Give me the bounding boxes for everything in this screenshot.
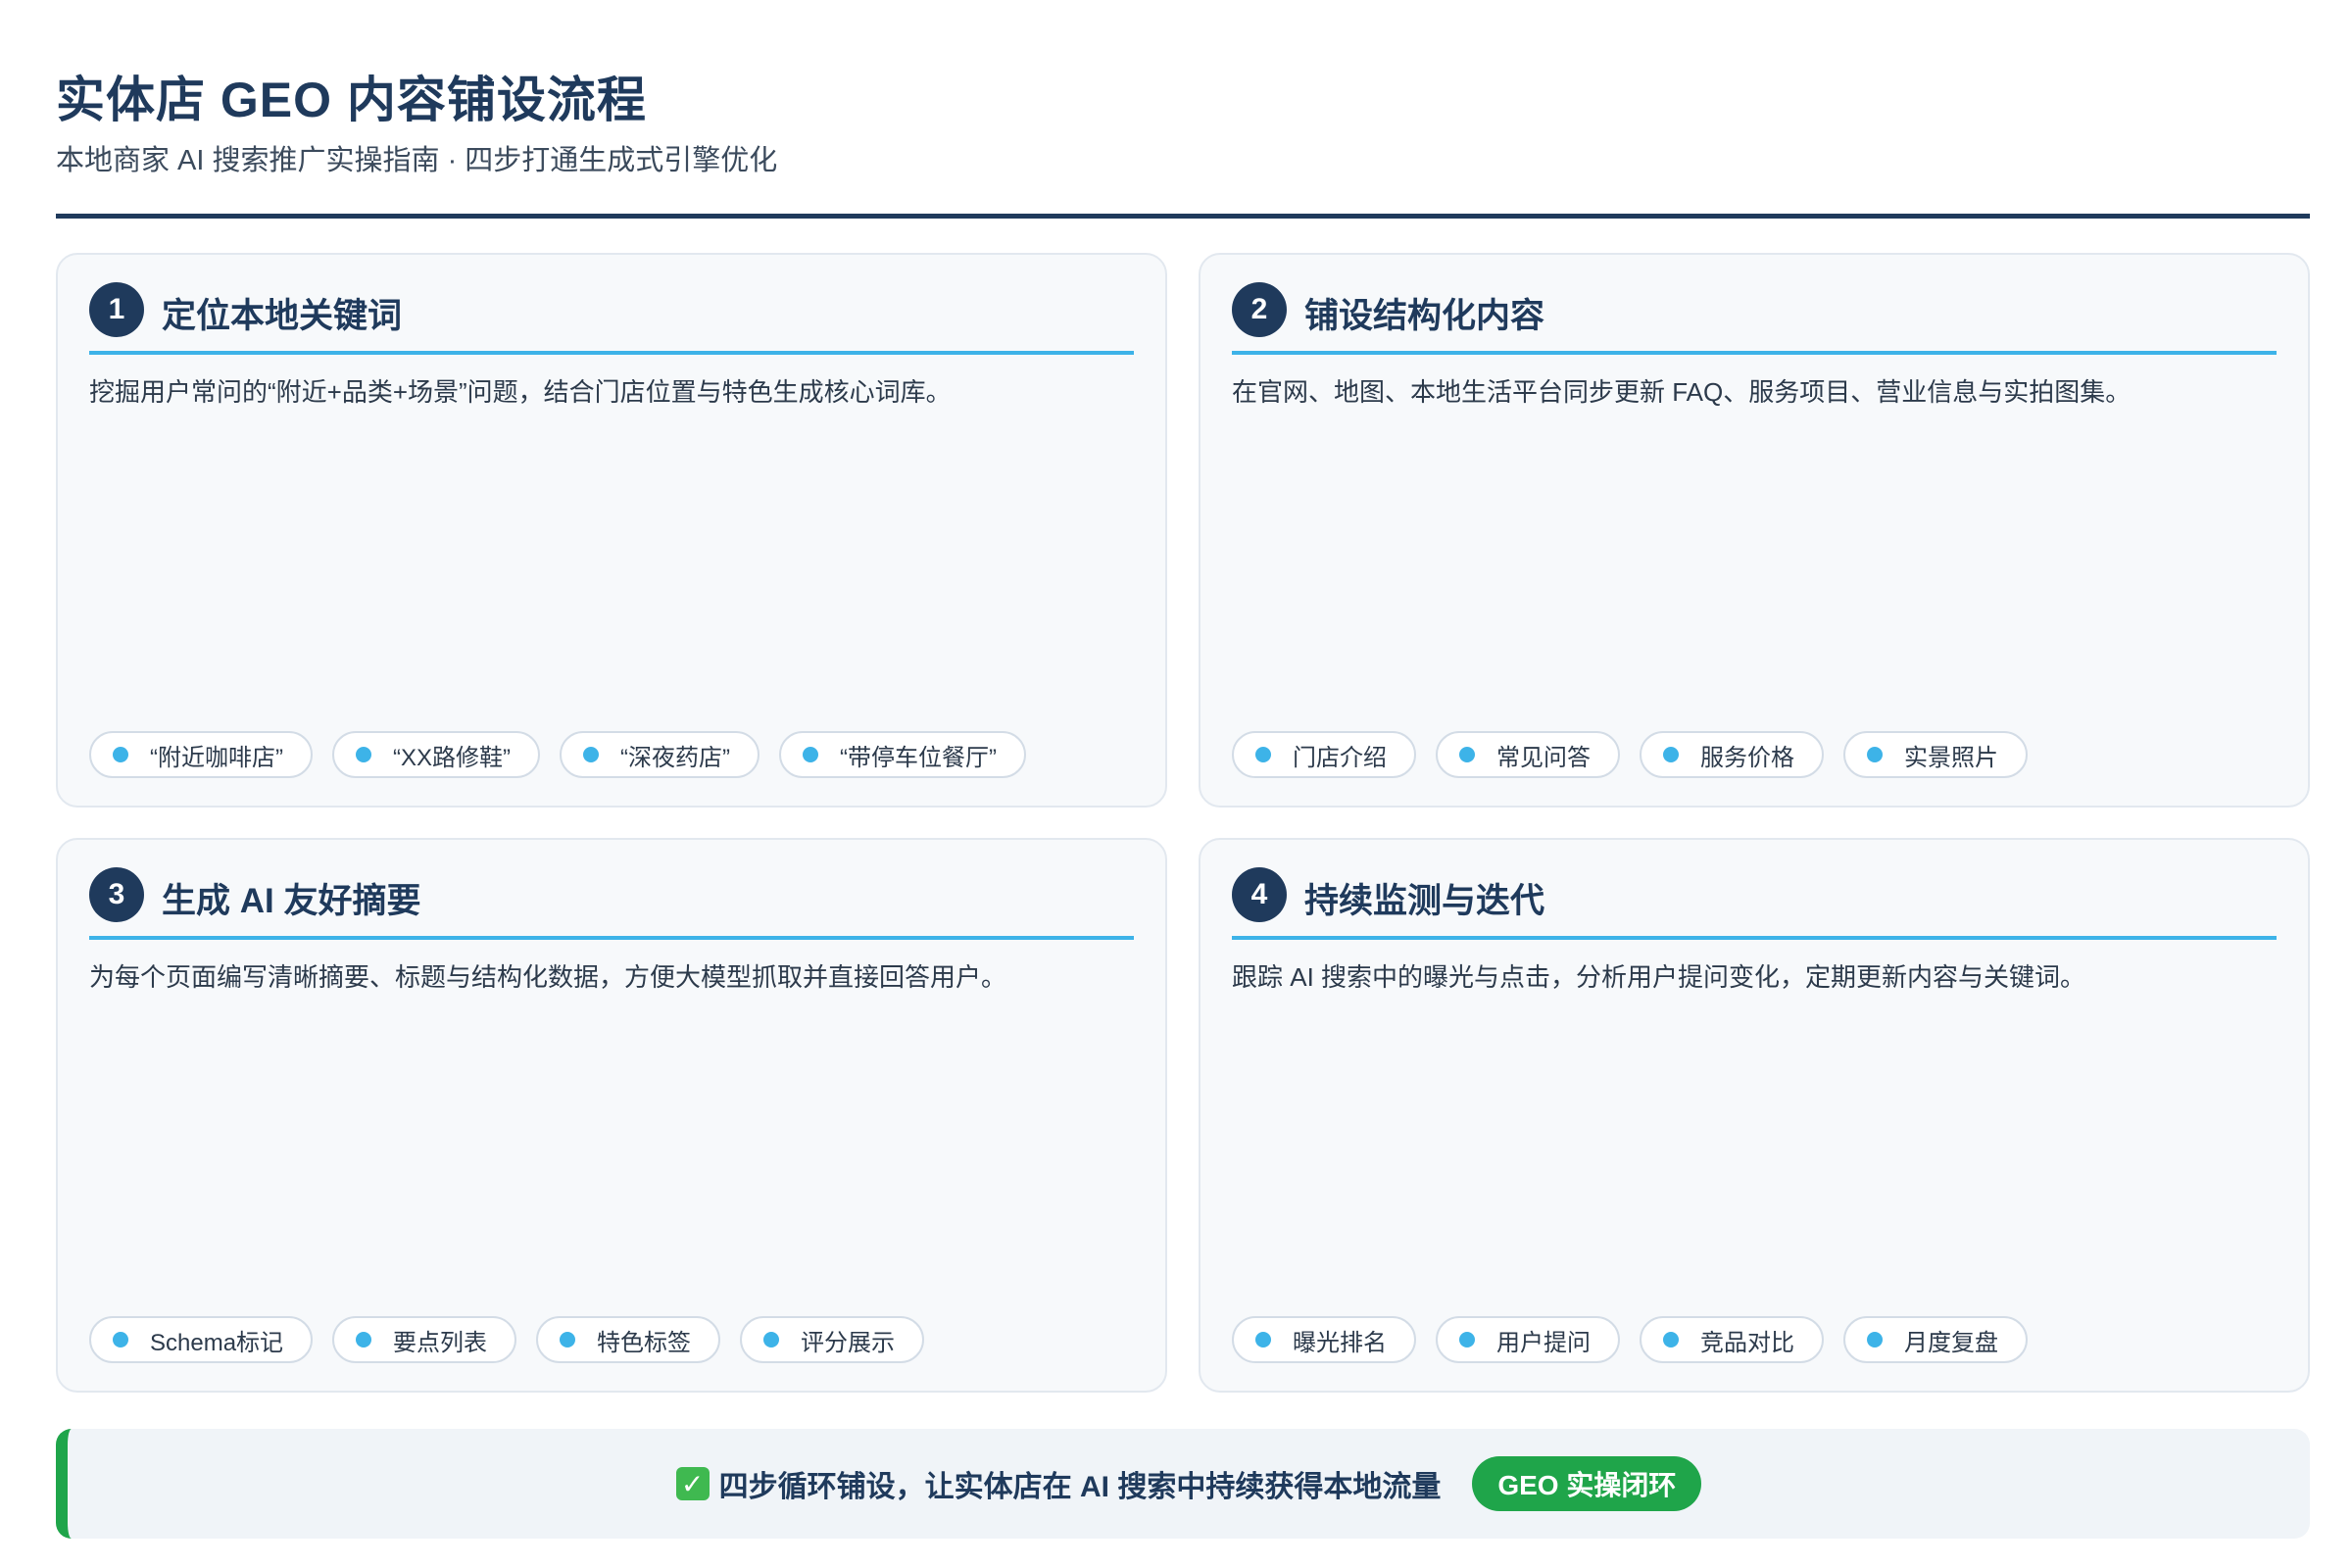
bullet-dot-icon xyxy=(1867,1332,1883,1348)
tag-label: 曝光排名 xyxy=(1293,1329,1387,1356)
tag-label: 常见问答 xyxy=(1496,744,1591,771)
bullet-dot-icon xyxy=(1255,1332,1271,1348)
tag-label: 要点列表 xyxy=(393,1329,488,1356)
tag-chip: “附近咖啡店” xyxy=(89,731,313,778)
page-title: 实体店 GEO 内容铺设流程 xyxy=(56,73,647,127)
banner-text: 四步循环铺设，让实体店在 AI 搜索中持续获得本地流量 xyxy=(718,1471,1442,1503)
tag-list: “附近咖啡店” “XX路修鞋” “深夜药店” “带停车位餐厅” xyxy=(89,731,1026,778)
step-title: 持续监测与迭代 xyxy=(1304,882,1545,920)
step-card-header: 2 铺设结构化内容 xyxy=(1232,282,2277,355)
step-card-header: 3 生成 AI 友好摘要 xyxy=(89,867,1134,940)
bullet-dot-icon xyxy=(355,747,371,762)
step-title: 铺设结构化内容 xyxy=(1304,297,1545,335)
tag-chip: 评分展示 xyxy=(740,1316,925,1363)
step-description: 为每个页面编写清晰摘要、标题与结构化数据，方便大模型抓取并直接回答用户。 xyxy=(89,962,1007,992)
tag-chip: 服务价格 xyxy=(1640,731,1824,778)
step-card-4: 4 持续监测与迭代 跟踪 AI 搜索中的曝光与点击，分析用户提问变化，定期更新内… xyxy=(1199,838,2310,1393)
tag-chip: “带停车位餐厅” xyxy=(778,731,1026,778)
tag-label: 特色标签 xyxy=(597,1329,692,1356)
bullet-dot-icon xyxy=(763,1332,780,1348)
bullet-dot-icon xyxy=(1255,747,1271,762)
summary-banner: ✓ 四步循环铺设，让实体店在 AI 搜索中持续获得本地流量 GEO 实操闭环 xyxy=(56,1429,2310,1539)
step-card-header: 1 定位本地关键词 xyxy=(89,282,1134,355)
step-number-badge: 3 xyxy=(89,867,144,922)
check-mark-icon: ✓ xyxy=(675,1467,710,1500)
step-card-header: 4 持续监测与迭代 xyxy=(1232,867,2277,940)
tag-chip: “XX路修鞋” xyxy=(331,731,540,778)
tag-label: 月度复盘 xyxy=(1904,1329,1998,1356)
step-number-badge: 2 xyxy=(1232,282,1287,337)
step-title: 定位本地关键词 xyxy=(162,297,403,335)
tag-label: 服务价格 xyxy=(1700,744,1794,771)
tag-chip: 曝光排名 xyxy=(1232,1316,1416,1363)
tag-label: “带停车位餐厅” xyxy=(839,744,997,771)
header-divider xyxy=(56,214,2310,219)
bullet-dot-icon xyxy=(582,747,599,762)
tag-label: 评分展示 xyxy=(801,1329,896,1356)
tag-label: 实景照片 xyxy=(1904,744,1998,771)
step-number-badge: 1 xyxy=(89,282,144,337)
tag-label: 竞品对比 xyxy=(1700,1329,1794,1356)
tag-list: 曝光排名 用户提问 竞品对比 月度复盘 xyxy=(1232,1316,2028,1363)
tag-chip: 实景照片 xyxy=(1843,731,2028,778)
tag-chip: 特色标签 xyxy=(536,1316,721,1363)
tag-label: “XX路修鞋” xyxy=(392,744,511,771)
tag-chip: 月度复盘 xyxy=(1843,1316,2028,1363)
bullet-dot-icon xyxy=(1459,1332,1475,1348)
tag-list: 门店介绍 常见问答 服务价格 实景照片 xyxy=(1232,731,2028,778)
tag-label: 用户提问 xyxy=(1496,1329,1591,1356)
tag-chip: “深夜药店” xyxy=(559,731,760,778)
tag-label: “深夜药店” xyxy=(619,744,730,771)
step-description: 在官网、地图、本地生活平台同步更新 FAQ、服务项目、营业信息与实拍图集。 xyxy=(1232,377,2132,407)
bullet-dot-icon xyxy=(802,747,818,762)
tag-chip: 门店介绍 xyxy=(1232,731,1416,778)
tag-chip: 常见问答 xyxy=(1436,731,1620,778)
bullet-dot-icon xyxy=(1867,747,1883,762)
tag-chip: Schema标记 xyxy=(89,1316,314,1363)
step-card-1: 1 定位本地关键词 挖掘用户常问的“附近+品类+场景”问题，结合门店位置与特色生… xyxy=(56,253,1167,808)
bullet-dot-icon xyxy=(560,1332,576,1348)
step-description: 挖掘用户常问的“附近+品类+场景”问题，结合门店位置与特色生成核心词库。 xyxy=(89,377,952,407)
page: 实体店 GEO 内容铺设流程 本地商家 AI 搜索推广实操指南 · 四步打通生成… xyxy=(0,0,2352,1568)
tag-chip: 竞品对比 xyxy=(1640,1316,1824,1363)
bullet-dot-icon xyxy=(113,1332,128,1348)
bullet-dot-icon xyxy=(1663,1332,1679,1348)
tag-label: 门店介绍 xyxy=(1293,744,1387,771)
step-card-3: 3 生成 AI 友好摘要 为每个页面编写清晰摘要、标题与结构化数据，方便大模型抓… xyxy=(56,838,1167,1393)
tag-chip: 要点列表 xyxy=(332,1316,517,1363)
step-description: 跟踪 AI 搜索中的曝光与点击，分析用户提问变化，定期更新内容与关键词。 xyxy=(1232,962,2086,992)
bullet-dot-icon xyxy=(356,1332,372,1348)
bullet-dot-icon xyxy=(113,747,128,762)
step-number-badge: 4 xyxy=(1232,867,1287,922)
tag-chip: 用户提问 xyxy=(1436,1316,1620,1363)
step-title: 生成 AI 友好摘要 xyxy=(162,882,421,920)
page-subtitle: 本地商家 AI 搜索推广实操指南 · 四步打通生成式引擎优化 xyxy=(56,145,778,176)
tag-list: Schema标记 要点列表 特色标签 评分展示 xyxy=(89,1316,925,1363)
banner-badge: GEO 实操闭环 xyxy=(1472,1456,1702,1511)
steps-grid: 1 定位本地关键词 挖掘用户常问的“附近+品类+场景”问题，结合门店位置与特色生… xyxy=(56,253,2310,1395)
bullet-dot-icon xyxy=(1459,747,1475,762)
bullet-dot-icon xyxy=(1663,747,1679,762)
step-card-2: 2 铺设结构化内容 在官网、地图、本地生活平台同步更新 FAQ、服务项目、营业信… xyxy=(1199,253,2310,808)
tag-label: “附近咖啡店” xyxy=(150,744,283,771)
tag-label: Schema标记 xyxy=(150,1329,284,1356)
